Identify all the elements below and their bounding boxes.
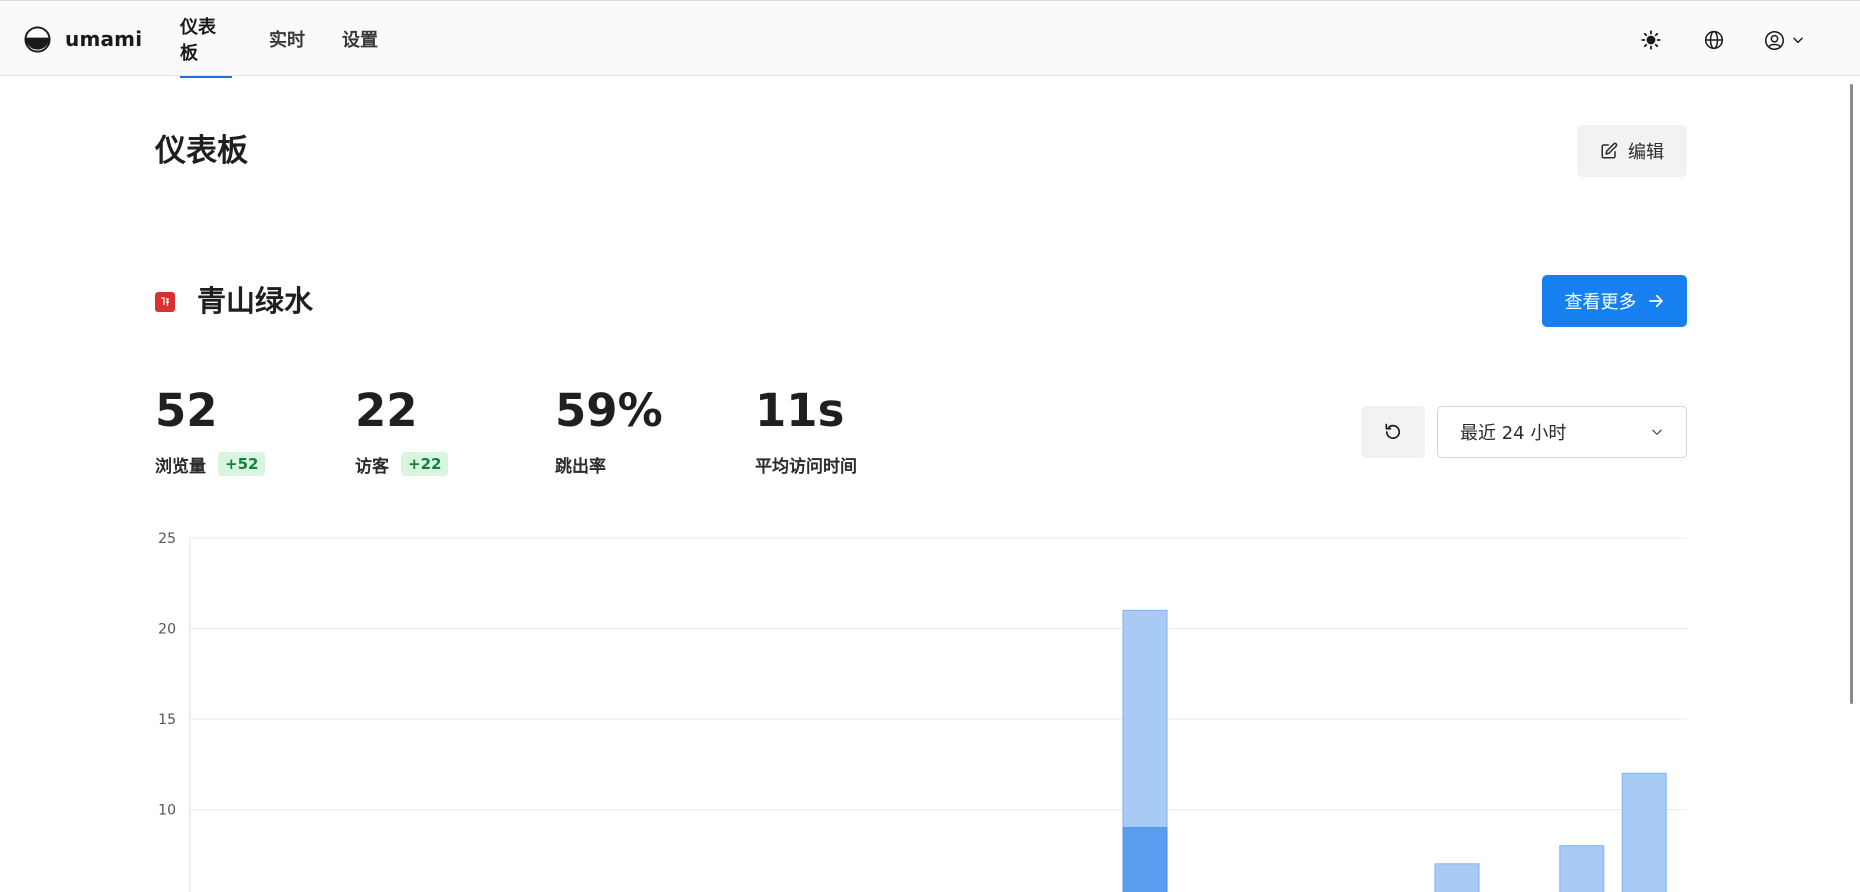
y-tick-label: 25 (158, 531, 176, 547)
globe-icon (1704, 30, 1724, 50)
pageviews-chart: 10 15 20 25 (0, 520, 1700, 892)
metric-label: 平均访问时间 (755, 456, 857, 477)
metric-change-badge: +52 (218, 452, 266, 476)
metric-visit-duration: 11s 平均访问时间 (755, 385, 857, 477)
metric-label: 跳出率 (555, 456, 606, 477)
date-range-select[interactable]: 最近 24 小时 (1437, 406, 1687, 458)
site-favicon (155, 292, 175, 312)
view-more-label: 查看更多 (1564, 292, 1637, 313)
tab-settings[interactable]: 设置 (342, 1, 380, 77)
y-tick-label: 20 (158, 622, 176, 638)
visitors-bar[interactable] (1122, 827, 1168, 892)
profile-menu-button[interactable] (1764, 25, 1816, 55)
metric-value: 52 (155, 384, 218, 437)
metric-label: 访客 (355, 456, 389, 477)
app-name: umami (65, 27, 143, 51)
y-tick-label: 15 (158, 712, 176, 728)
umami-logo-icon (24, 25, 51, 53)
edit-button-label: 编辑 (1628, 142, 1664, 163)
chart-svg: 10 15 20 25 (158, 531, 1687, 892)
user-icon (1765, 30, 1784, 50)
date-range-value: 最近 24 小时 (1460, 423, 1567, 444)
metric-bounce-rate: 59% 跳出率 (555, 385, 663, 477)
edit-button[interactable]: 编辑 (1577, 125, 1687, 177)
view-more-button[interactable]: 查看更多 (1542, 275, 1687, 327)
metric-label: 浏览量 (155, 456, 206, 477)
y-tick-label: 10 (158, 803, 176, 819)
language-button[interactable] (1699, 25, 1729, 55)
arrow-right-icon (1648, 294, 1663, 308)
top-navigation: umami 仪表板 实时 设置 (0, 0, 1860, 78)
metric-value: 22 (355, 384, 418, 437)
views-bar[interactable] (1559, 845, 1605, 892)
tab-dashboard[interactable]: 仪表板 (180, 1, 232, 78)
metric-value: 59% (555, 384, 663, 437)
refresh-button[interactable] (1361, 406, 1425, 458)
edit-icon (1601, 142, 1618, 159)
refresh-icon (1385, 423, 1401, 439)
website-name: 青山绿水 (197, 284, 314, 318)
views-bar[interactable] (1621, 772, 1667, 892)
metric-visitors: 22 访客 +22 (355, 384, 449, 477)
brand[interactable]: umami (24, 25, 142, 53)
metric-change-badge: +22 (401, 452, 449, 476)
chevron-down-icon (1793, 37, 1803, 44)
views-bar[interactable] (1434, 863, 1480, 892)
tab-realtime[interactable]: 实时 (269, 1, 307, 77)
metric-value: 11s (755, 384, 845, 437)
scrollbar-thumb[interactable] (1850, 84, 1853, 704)
sun-icon (1641, 30, 1661, 50)
metric-pageviews: 52 浏览量 +52 (155, 384, 266, 477)
page-title: 仪表板 (155, 133, 248, 169)
theme-toggle-button[interactable] (1636, 25, 1666, 55)
chevron-down-icon (1652, 429, 1662, 435)
